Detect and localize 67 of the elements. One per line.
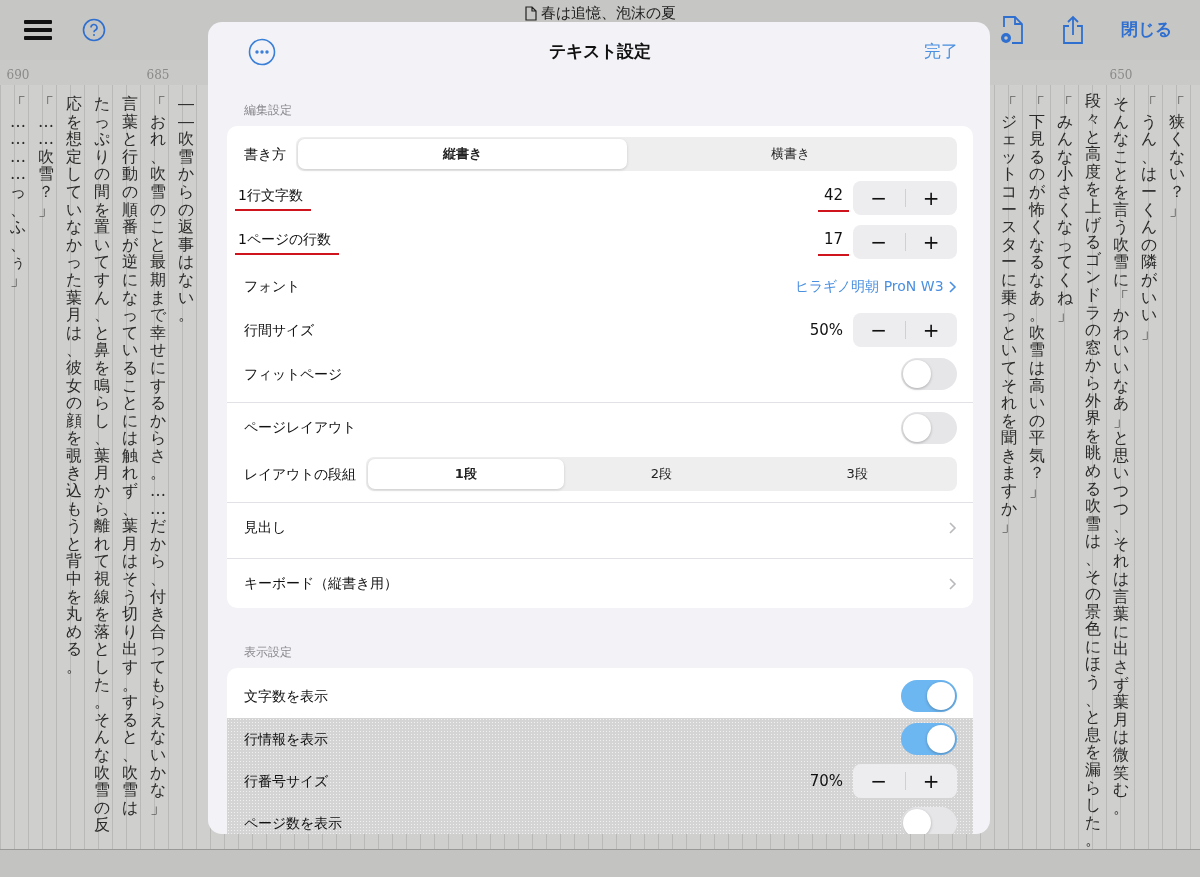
manuscript-line: 段々と高度を上げるゴンドラの窓から外界を眺める吹雪は、その景色にほう、と息を漏らした。 <box>1085 92 1101 849</box>
increment-button[interactable]: + <box>905 770 957 792</box>
segment-option[interactable]: 3段 <box>759 459 955 489</box>
manuscript-line: 「下見るのが怖くなるなあ。吹雪は高いの平気？」 <box>1029 95 1045 500</box>
setting-label: 書き方 <box>244 144 286 164</box>
toggle-switch[interactable] <box>901 807 957 834</box>
setting-label: ページ数を表示 <box>244 813 342 833</box>
manuscript-line: 「…………っ、ふ、ぅ」 <box>10 95 26 289</box>
setting-label: 行情報を表示 <box>244 729 328 749</box>
setting-label: 1行文字数 <box>235 185 311 211</box>
chevron-icon <box>948 280 957 293</box>
toggle-switch[interactable] <box>901 411 957 444</box>
setting-label: 1ページの行数 <box>235 229 339 255</box>
decrement-button[interactable]: − <box>853 770 905 792</box>
document-title: 春は追憶、泡沫の夏 <box>540 3 676 24</box>
toggle-switch[interactable] <box>901 680 957 712</box>
document-gear-icon[interactable] <box>999 15 1025 45</box>
manuscript-line: 「うん、はーくんの隣がいい」 <box>1141 95 1157 342</box>
section-heading: 編集設定 <box>244 102 292 119</box>
segment-option[interactable]: 1段 <box>368 459 564 489</box>
toggle-switch[interactable] <box>901 358 957 390</box>
chevron-icon[interactable] <box>948 521 957 534</box>
setting-label: レイアウトの段組 <box>244 464 356 484</box>
segment-option[interactable]: 2段 <box>563 459 760 489</box>
setting-label: 行間サイズ <box>244 320 314 340</box>
setting-label: フォント <box>244 276 300 296</box>
increment-button[interactable]: + <box>905 187 957 209</box>
manuscript-line: 言葉と行動の順番が逆になっていることには触れず、葉月はそう切り出す。すると、吹雪は <box>122 95 138 817</box>
manuscript-line: 「おれ、吹雪のこと最期まで幸せにするからさ。……だから、付き合ってもらえないかな」 <box>150 95 166 817</box>
increment-button[interactable]: + <box>905 231 957 253</box>
setting-value: 50% <box>809 319 843 341</box>
segment-option[interactable]: 縦書き <box>298 139 627 169</box>
section-heading: 表示設定 <box>244 644 292 661</box>
manuscript-line: 「狭くない？」 <box>1169 95 1185 219</box>
chevron-icon[interactable] <box>948 577 957 590</box>
increment-button[interactable]: + <box>905 319 957 341</box>
font-link[interactable]: ヒラギノ明朝 ProN W3 <box>795 275 957 297</box>
setting-label: 文字数を表示 <box>244 686 328 706</box>
manuscript-line: ――吹雪からの返事はない。 <box>178 95 194 324</box>
manuscript-line: たっぷりの間を置いてすん、と鼻を鳴らし、葉月から離れて視線を落とした。そんな吹雪の反 <box>94 95 110 834</box>
segment-option[interactable]: 横書き <box>626 139 955 169</box>
setting-label: キーボード（縦書き用） <box>244 574 398 593</box>
more-icon[interactable] <box>248 38 276 66</box>
line-number: 685 <box>146 67 170 84</box>
decrement-button[interactable]: − <box>853 187 905 209</box>
setting-value: 70% <box>809 770 843 792</box>
setting-label: ページレイアウト <box>244 418 356 437</box>
manuscript-line: 「……吹雪？」 <box>38 95 54 219</box>
toggle-switch[interactable] <box>901 723 957 755</box>
line-number: 650 <box>1109 67 1133 84</box>
menu-icon[interactable] <box>24 20 52 40</box>
manuscript-line: そんなことを言う吹雪に「かわいいなあ」と思いつつ、それは言葉に出さず葉月は微笑む。 <box>1113 95 1129 817</box>
manuscript-line: 「みんな小さくなってくね」 <box>1057 95 1073 324</box>
setting-label: 行番号サイズ <box>244 771 328 791</box>
line-number: 690 <box>6 67 30 84</box>
document-icon <box>524 5 537 21</box>
help-icon[interactable] <box>82 18 106 42</box>
setting-value: 17 <box>817 228 849 256</box>
setting-label: 見出し <box>244 518 286 537</box>
manuscript-line: 応を想定していなかった葉月は、彼女の顔を覗き込もうと背中を丸める。 <box>66 95 82 676</box>
decrement-button[interactable]: − <box>853 231 905 253</box>
setting-label: フィットページ <box>244 364 342 384</box>
sheet-title: テキスト設定 <box>549 40 651 64</box>
share-icon[interactable] <box>1061 15 1085 45</box>
setting-value: 42 <box>817 184 849 212</box>
decrement-button[interactable]: − <box>853 319 905 341</box>
manuscript-line: 「ジェットコースターに乗っといてそれを聞きますか」 <box>1001 95 1017 535</box>
